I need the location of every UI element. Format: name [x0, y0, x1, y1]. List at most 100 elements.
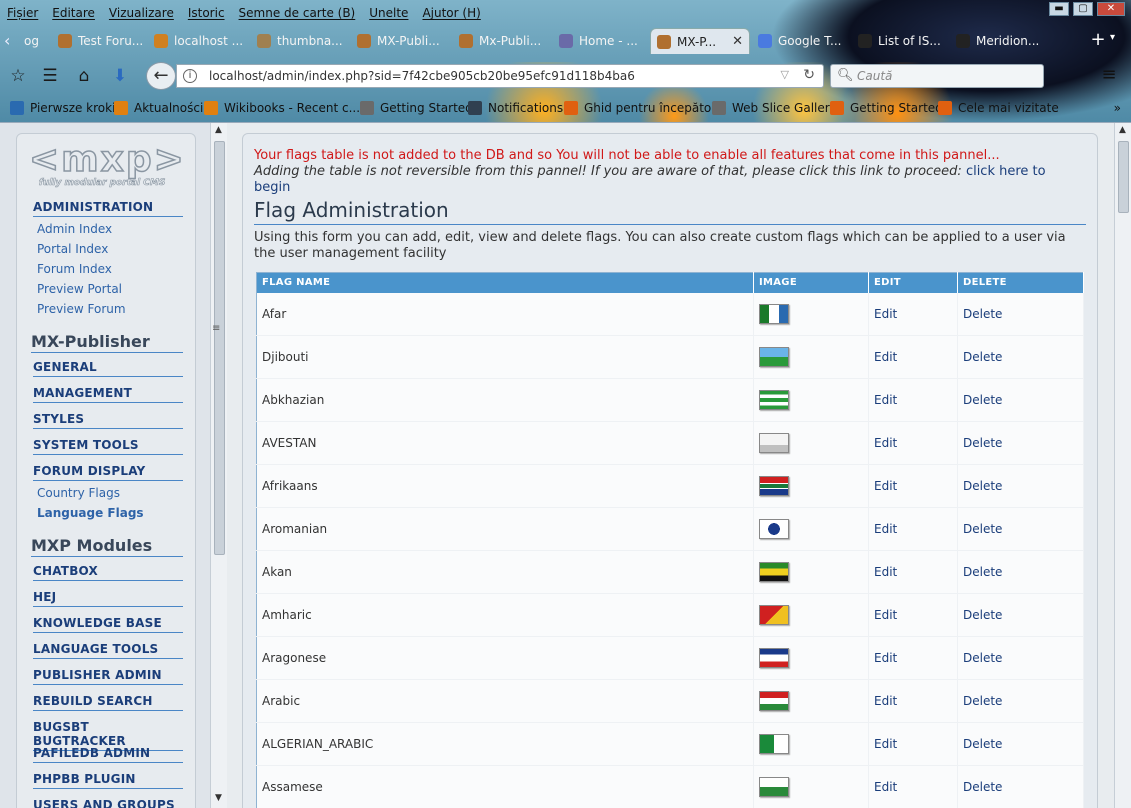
- browser-tab[interactable]: MX-P... ✕: [650, 28, 750, 54]
- scroll-up-icon[interactable]: ▲: [1119, 125, 1126, 135]
- menu-hamburger-icon[interactable]: ≡: [1098, 64, 1120, 86]
- browser-tab[interactable]: MX-Publi...: [351, 28, 451, 54]
- edit-link[interactable]: Edit: [874, 737, 897, 751]
- sidebar-module[interactable]: PAFILEDB ADMIN: [33, 746, 183, 763]
- edit-link[interactable]: Edit: [874, 393, 897, 407]
- bookmark-item[interactable]: Pierwsze kroki: [10, 98, 115, 118]
- edit-link[interactable]: Edit: [874, 350, 897, 364]
- bookmark-item[interactable]: Getting Started: [830, 98, 943, 118]
- edit-link[interactable]: Edit: [874, 522, 897, 536]
- delete-link[interactable]: Delete: [963, 694, 1002, 708]
- edit-link[interactable]: Edit: [874, 479, 897, 493]
- browser-tab[interactable]: thumbna...: [251, 28, 349, 54]
- edit-link[interactable]: Edit: [874, 694, 897, 708]
- browser-tab[interactable]: Home - ...: [553, 28, 648, 54]
- edit-link[interactable]: Edit: [874, 780, 897, 794]
- delete-link[interactable]: Delete: [963, 350, 1002, 364]
- delete-link[interactable]: Delete: [963, 565, 1002, 579]
- download-icon[interactable]: ⬇: [108, 64, 132, 88]
- bookmark-star-icon[interactable]: ☆: [6, 64, 30, 88]
- edit-link[interactable]: Edit: [874, 307, 897, 321]
- bookmarks-list-icon[interactable]: ☰: [38, 64, 62, 88]
- edit-link[interactable]: Edit: [874, 565, 897, 579]
- sidebar-link[interactable]: Forum Index: [37, 262, 112, 276]
- bookmark-item[interactable]: Cele mai vizitate: [938, 98, 1059, 118]
- site-info-icon[interactable]: i: [183, 69, 197, 83]
- search-input[interactable]: 🔍︎ Caută: [830, 64, 1044, 88]
- browser-tab[interactable]: Mx-Publi...: [453, 28, 551, 54]
- tab-list-icon[interactable]: ▾: [1110, 32, 1115, 43]
- bookmark-item[interactable]: Ghid pentru începători: [564, 98, 720, 118]
- delete-link[interactable]: Delete: [963, 436, 1002, 450]
- menu-item[interactable]: Istoric: [181, 4, 232, 22]
- left-frame-scrollbar[interactable]: ▲ ≡ ▼: [210, 123, 227, 808]
- menu-item[interactable]: Editare: [45, 4, 102, 22]
- menu-item[interactable]: Semne de carte (B): [232, 4, 363, 22]
- sidebar-section[interactable]: FORUM DISPLAY: [33, 464, 183, 481]
- sidebar-section[interactable]: GENERAL: [33, 360, 183, 377]
- bookmark-item[interactable]: Notifications: [468, 98, 563, 118]
- sidebar-link[interactable]: Portal Index: [37, 242, 108, 256]
- sidebar-module[interactable]: PHPBB PLUGIN: [33, 772, 183, 789]
- sidebar-section[interactable]: MANAGEMENT: [33, 386, 183, 403]
- edit-link[interactable]: Edit: [874, 608, 897, 622]
- sidebar-section[interactable]: SYSTEM TOOLS: [33, 438, 183, 455]
- menu-item[interactable]: Ajutor (H): [415, 4, 487, 22]
- frame-resize-grip-icon[interactable]: ≡: [212, 323, 220, 334]
- url-history-dropdown-icon[interactable]: ▽: [781, 68, 789, 81]
- sidebar-link[interactable]: Preview Forum: [37, 302, 126, 316]
- delete-link[interactable]: Delete: [963, 307, 1002, 321]
- sidebar-link[interactable]: Preview Portal: [37, 282, 122, 296]
- delete-link[interactable]: Delete: [963, 608, 1002, 622]
- scroll-down-icon[interactable]: ▼: [215, 793, 222, 803]
- browser-tab[interactable]: Meridion...: [950, 28, 1050, 54]
- scroll-thumb[interactable]: [1118, 141, 1129, 213]
- scroll-thumb[interactable]: [214, 141, 225, 555]
- new-tab-button[interactable]: +: [1088, 30, 1108, 50]
- maximize-button[interactable]: ▢: [1073, 2, 1093, 16]
- bookmark-item[interactable]: Getting Started: [360, 98, 473, 118]
- home-icon[interactable]: ⌂: [72, 64, 96, 88]
- sidebar-link[interactable]: Admin Index: [37, 222, 112, 236]
- minimize-button[interactable]: ▬: [1049, 2, 1069, 16]
- close-window-button[interactable]: ✕: [1097, 2, 1125, 16]
- sidebar-module[interactable]: CHATBOX: [33, 564, 183, 581]
- bookmarks-more-icon[interactable]: »: [1114, 98, 1121, 118]
- menu-item[interactable]: Fișier: [0, 4, 45, 22]
- delete-link[interactable]: Delete: [963, 393, 1002, 407]
- browser-tab[interactable]: List of IS...: [852, 28, 948, 54]
- menu-item[interactable]: Unelte: [362, 4, 415, 22]
- edit-link[interactable]: Edit: [874, 651, 897, 665]
- url-bar[interactable]: i localhost/admin/index.php?sid=7f42cbe9…: [176, 64, 824, 88]
- browser-tab[interactable]: Google T...: [752, 28, 850, 54]
- delete-link[interactable]: Delete: [963, 479, 1002, 493]
- tab-scroll-left-icon[interactable]: ‹: [4, 30, 18, 52]
- back-button[interactable]: ←: [146, 62, 176, 90]
- sidebar-section[interactable]: STYLES: [33, 412, 183, 429]
- url-text[interactable]: localhost/admin/index.php?sid=7f42cbe905…: [209, 69, 635, 83]
- sidebar-module[interactable]: KNOWLEDGE BASE: [33, 616, 183, 633]
- browser-tab[interactable]: localhost ...: [148, 28, 248, 54]
- sidebar-module[interactable]: LANGUAGE TOOLS: [33, 642, 183, 659]
- sidebar-module[interactable]: USERS AND GROUPS: [33, 798, 183, 808]
- main-frame-scrollbar[interactable]: ▲: [1114, 123, 1131, 808]
- sidebar-link[interactable]: Country Flags: [37, 486, 120, 500]
- delete-link[interactable]: Delete: [963, 651, 1002, 665]
- sidebar-link[interactable]: Language Flags: [37, 506, 144, 520]
- edit-link[interactable]: Edit: [874, 436, 897, 450]
- browser-tab[interactable]: og: [20, 28, 50, 54]
- sidebar-module[interactable]: HEJ: [33, 590, 183, 607]
- delete-link[interactable]: Delete: [963, 780, 1002, 794]
- scroll-up-icon[interactable]: ▲: [215, 125, 222, 135]
- delete-link[interactable]: Delete: [963, 522, 1002, 536]
- reload-icon[interactable]: ↻: [803, 67, 815, 83]
- bookmark-item[interactable]: Wikibooks - Recent c...: [204, 98, 360, 118]
- delete-link[interactable]: Delete: [963, 737, 1002, 751]
- tab-close-icon[interactable]: ✕: [732, 29, 743, 54]
- browser-tab[interactable]: Test Foru...: [52, 28, 146, 54]
- sidebar-module[interactable]: PUBLISHER ADMIN: [33, 668, 183, 685]
- bookmark-item[interactable]: Aktualności: [114, 98, 203, 118]
- sidebar-module[interactable]: REBUILD SEARCH: [33, 694, 183, 711]
- menu-item[interactable]: Vizualizare: [102, 4, 181, 22]
- bookmark-item[interactable]: Web Slice Gallery: [712, 98, 837, 118]
